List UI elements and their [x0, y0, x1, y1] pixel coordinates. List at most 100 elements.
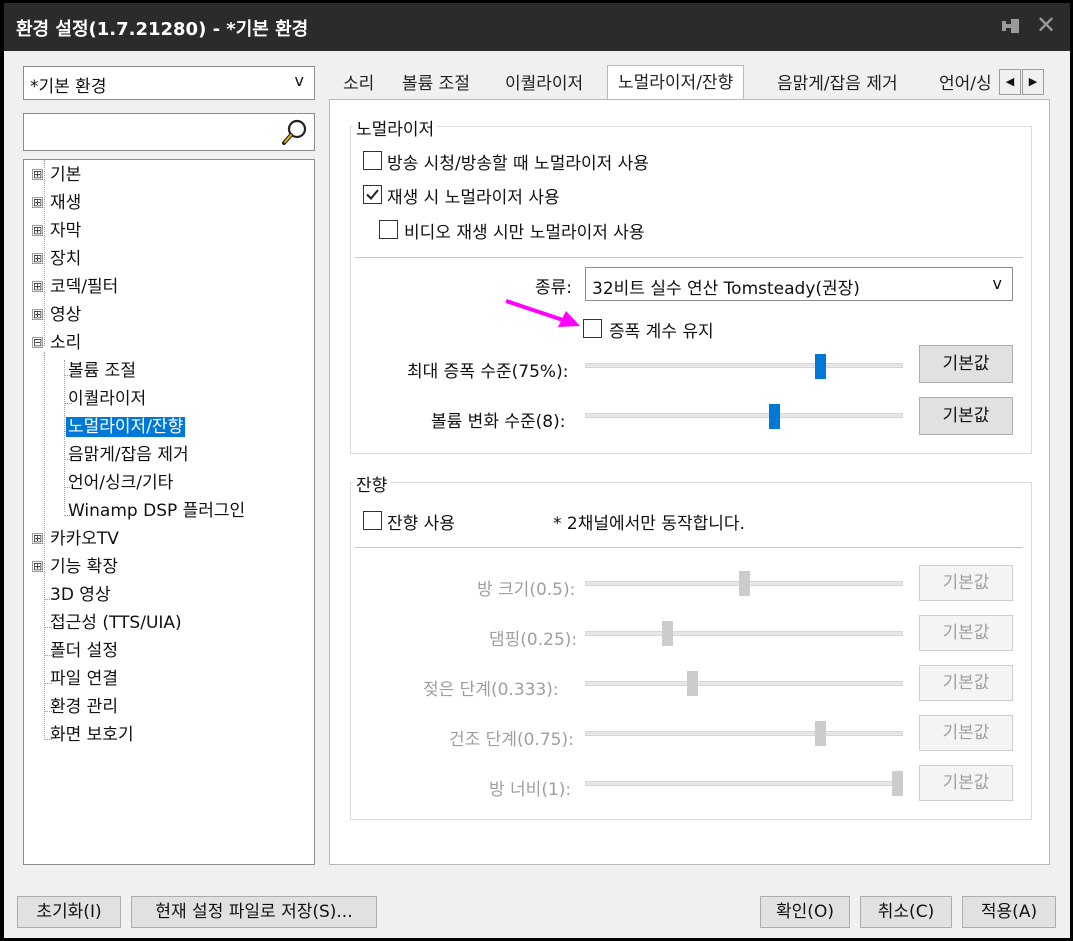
max-gain-label: 최대 증폭 수준(75%):: [407, 362, 569, 382]
room-size-default-button: 기본값: [919, 565, 1013, 601]
playback-normalizer-checkbox[interactable]: [363, 185, 382, 204]
keep-gain-checkbox[interactable]: [583, 319, 602, 338]
close-icon[interactable]: ✕: [1032, 11, 1060, 39]
max-gain-default-button[interactable]: 기본값: [919, 345, 1013, 383]
broadcast-normalizer-label: 방송 시청/방송할 때 노멀라이저 사용: [387, 154, 649, 174]
tree-item-normalizer-reverb[interactable]: 노멀라이저/잔향: [66, 415, 186, 439]
video-only-normalizer-label: 비디오 재생 시만 노멀라이저 사용: [404, 223, 645, 243]
tree-item-label: 볼륨 조절: [68, 361, 136, 381]
expand-icon[interactable]: ⊞: [32, 197, 43, 208]
tree-item-config-management[interactable]: 환경 관리: [50, 695, 118, 719]
playback-normalizer-label: 재생 시 노멀라이저 사용: [387, 188, 560, 208]
expand-icon[interactable]: ⊞: [32, 225, 43, 236]
volume-change-slider-track[interactable]: [585, 413, 903, 418]
tree-item-file-association[interactable]: 파일 연결: [50, 667, 118, 691]
reverb-note: * 2채널에서만 동작합니다.: [553, 514, 745, 534]
tree-item-label: 이퀄라이저: [68, 389, 147, 409]
tree-item-label: 장치: [50, 249, 82, 269]
cancel-button[interactable]: 취소(C): [860, 896, 952, 928]
wet-level-label: 젖은 단계(0.333):: [423, 680, 559, 700]
tree-item-label: 영상: [50, 305, 82, 325]
tree-item-label: 기능 확장: [50, 557, 118, 577]
tree-connector: [44, 160, 45, 346]
room-size-label: 방 크기(0.5):: [477, 580, 576, 600]
volume-change-slider-thumb[interactable]: [769, 404, 781, 429]
settings-tree[interactable]: ⊞ 기본 ⊞ 재생 ⊞ 자막 ⊞ 장치 ⊞ 코덱/필터 ⊞ 영상 ⊟ 소리 볼륨…: [23, 159, 315, 865]
tab-sound[interactable]: 소리: [343, 69, 374, 101]
preferences-window: 환경 설정(1.7.21280) - *기본 환경 ✕ *기본 환경 v ⊞ 기…: [4, 3, 1070, 938]
tree-item-noise-reduction[interactable]: 음맑게/잡음 제거: [68, 443, 189, 467]
tree-item-label: 폴더 설정: [50, 641, 118, 661]
tree-connector: [44, 352, 45, 738]
volume-change-default-button[interactable]: 기본값: [919, 397, 1013, 435]
damping-slider-thumb: [661, 621, 673, 646]
room-size-slider-thumb: [738, 571, 750, 596]
tree-item-label: 음맑게/잡음 제거: [68, 445, 189, 465]
tree-item-3d-video[interactable]: 3D 영상: [50, 583, 111, 607]
save-to-file-button[interactable]: 현재 설정 파일로 저장(S)...: [131, 896, 377, 928]
normalizer-type-select[interactable]: 32비트 실수 연산 Tomsteady(권장) v: [585, 267, 1013, 301]
expand-icon[interactable]: ⊞: [32, 169, 43, 180]
max-gain-slider-thumb[interactable]: [815, 354, 827, 379]
normalizer-group-title: 노멀라이저: [353, 115, 438, 140]
expand-icon[interactable]: ⊞: [32, 309, 43, 320]
tree-item-screensaver[interactable]: 화면 보호기: [50, 723, 134, 747]
reverb-group: 잔향 잔향 사용 * 2채널에서만 동작합니다. 방 크기(0.5): 기본값 …: [350, 471, 1032, 820]
broadcast-normalizer-checkbox[interactable]: [363, 151, 382, 170]
chevron-down-icon: v: [992, 274, 1002, 293]
reverb-group-title: 잔향: [353, 471, 391, 496]
tree-item-label: 소리: [50, 333, 82, 353]
max-gain-slider-track[interactable]: [585, 363, 903, 368]
tab-scroll-right-icon[interactable]: ▶: [1022, 69, 1044, 95]
profile-select-value: *기본 환경: [30, 77, 107, 97]
tree-item-folders[interactable]: 폴더 설정: [50, 639, 118, 663]
pin-icon[interactable]: [998, 13, 1024, 39]
tree-item-label: Winamp DSP 플러그인: [68, 501, 246, 521]
window-title: 환경 설정(1.7.21280) - *기본 환경: [16, 19, 309, 40]
chevron-down-icon: v: [294, 71, 304, 90]
dry-level-slider-thumb: [815, 721, 827, 746]
keep-gain-label: 증폭 계수 유지: [609, 322, 714, 342]
tree-item-equalizer[interactable]: 이퀄라이저: [68, 387, 146, 411]
reverb-enable-checkbox[interactable]: [363, 511, 382, 530]
tree-item-accessibility[interactable]: 접근성 (TTS/UIA): [50, 611, 182, 635]
tab-strip: 소리 볼륨 조절 이퀄라이저 노멀라이저/잔향 음맑게/잡음 제거 언어/싱 ◀…: [329, 65, 1049, 101]
divider: [355, 547, 1023, 548]
tree-item-winamp-dsp[interactable]: Winamp DSP 플러그인: [68, 499, 245, 523]
tree-item-label: 재생: [50, 193, 82, 213]
expand-icon[interactable]: ⊞: [32, 281, 43, 292]
tab-language-sync[interactable]: 언어/싱: [939, 69, 995, 101]
tab-normalizer-reverb[interactable]: 노멀라이저/잔향: [607, 65, 745, 101]
tab-noise-reduction[interactable]: 음맑게/잡음 제거: [777, 69, 898, 101]
profile-select[interactable]: *기본 환경 v: [23, 66, 315, 100]
expand-icon[interactable]: ⊞: [32, 561, 43, 572]
video-only-normalizer-checkbox[interactable]: [379, 220, 398, 239]
dry-level-default-button: 기본값: [919, 715, 1013, 751]
tree-item-label: 접근성 (TTS/UIA): [50, 613, 182, 633]
title-bar: 환경 설정(1.7.21280) - *기본 환경 ✕: [4, 3, 1070, 51]
reset-button[interactable]: 초기화(I): [17, 896, 121, 928]
damping-label: 댐핑(0.25):: [489, 630, 578, 650]
tree-item-label: 3D 영상: [50, 585, 111, 605]
room-width-slider-thumb: [892, 771, 903, 796]
tree-item-volume[interactable]: 볼륨 조절: [68, 359, 136, 383]
damping-default-button: 기본값: [919, 615, 1013, 651]
tab-scroll-left-icon[interactable]: ◀: [999, 69, 1021, 95]
normalizer-type-label: 종류:: [535, 278, 573, 298]
tree-item-label: 카카오TV: [50, 529, 119, 549]
collapse-icon[interactable]: ⊟: [32, 337, 43, 348]
search-icon[interactable]: [280, 117, 310, 147]
divider: [355, 257, 1023, 258]
ok-button[interactable]: 확인(O): [760, 896, 850, 928]
room-width-slider-track: [585, 781, 903, 786]
expand-icon[interactable]: ⊞: [32, 533, 43, 544]
reverb-enable-label: 잔향 사용: [387, 514, 455, 534]
expand-icon[interactable]: ⊞: [32, 253, 43, 264]
tree-item-label: 환경 관리: [50, 697, 118, 717]
tree-item-language-sync[interactable]: 언어/싱크/기타: [68, 471, 173, 495]
search-input[interactable]: [23, 113, 315, 151]
tab-equalizer[interactable]: 이퀄라이저: [505, 69, 583, 101]
wet-level-slider-track: [585, 681, 903, 686]
tab-volume[interactable]: 볼륨 조절: [402, 69, 470, 101]
apply-button[interactable]: 적용(A): [962, 896, 1056, 928]
